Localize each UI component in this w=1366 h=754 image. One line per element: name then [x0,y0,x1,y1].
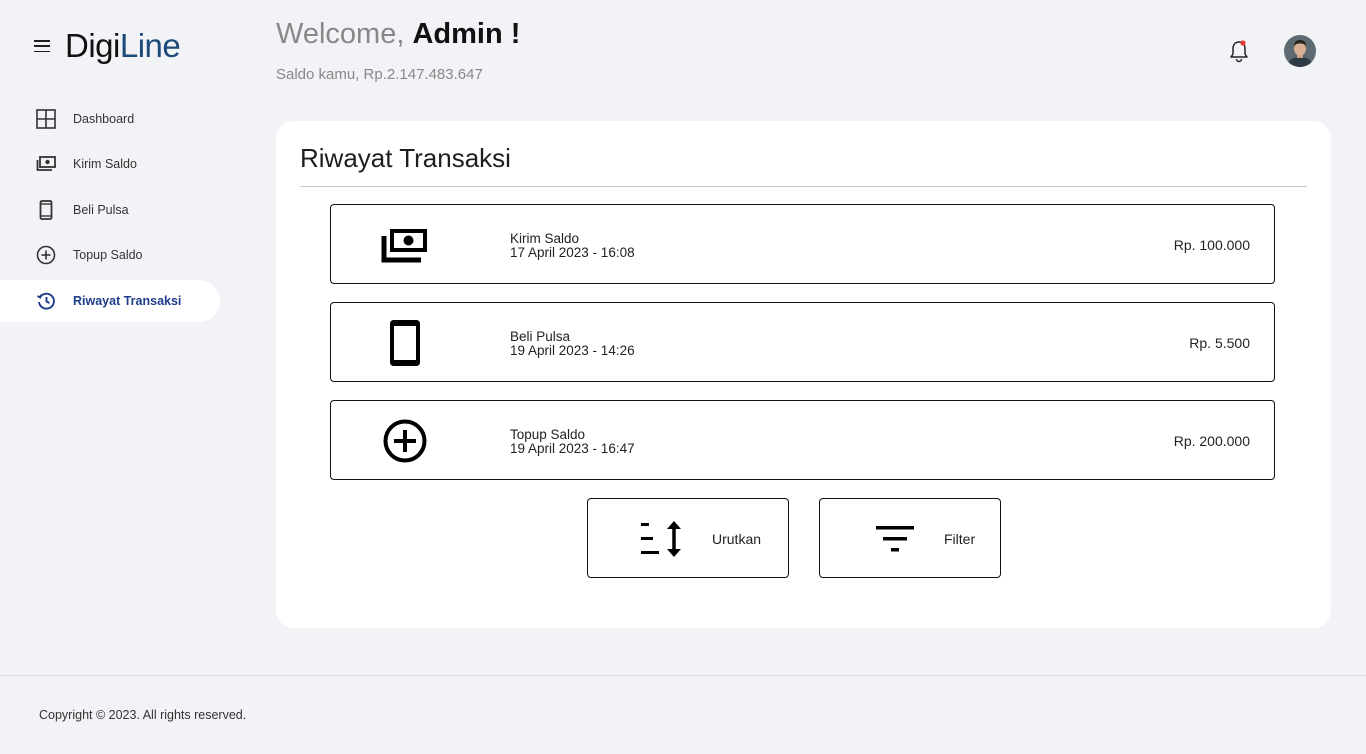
sidebar-item-label: Riwayat Transaksi [73,293,182,308]
sidebar-nav: Dashboard Kirim Saldo Beli Pulsa Topup S… [0,98,220,325]
sort-button[interactable]: Urutkan [587,498,789,578]
transaction-info: Topup Saldo 19 April 2023 - 16:47 [510,428,635,456]
copyright-text: Copyright © 2023. All rights reserved. [39,708,247,722]
logo-part-2: Line [119,27,181,64]
transaction-amount: Rp. 5.500 [1189,335,1250,351]
hamburger-icon[interactable] [34,40,50,52]
phone-icon [36,199,56,220]
history-icon [36,291,56,311]
plus-circle-icon [379,415,431,467]
sidebar-item-label: Beli Pulsa [73,202,129,217]
transaction-row[interactable]: Beli Pulsa 19 April 2023 - 14:26 Rp. 5.5… [330,302,1275,382]
phone-icon [379,317,431,369]
logo[interactable]: DigiLine [65,27,181,65]
sort-icon [638,519,684,559]
page-title: Riwayat Transaksi [300,143,511,173]
transaction-type: Topup Saldo [510,427,586,442]
filter-button[interactable]: Filter [819,498,1001,578]
balance-text: Saldo kamu, Rp.2.147.483.647 [276,66,483,83]
transaction-type: Kirim Saldo [510,231,580,246]
user-name: Admin ! [412,18,521,50]
avatar[interactable] [1284,35,1316,67]
filter-label: Filter [944,531,976,547]
plus-circle-icon [36,245,56,265]
sidebar-item-riwayat-transaksi[interactable]: Riwayat Transaksi [0,279,220,322]
transaction-type: Beli Pulsa [510,329,571,344]
transaction-datetime: 17 April 2023 - 16:08 [510,245,635,260]
transaction-amount: Rp. 100.000 [1173,237,1250,253]
transaction-datetime: 19 April 2023 - 16:47 [510,441,635,456]
sidebar-item-dashboard[interactable]: Dashboard [0,98,220,140]
transaction-history-card: Riwayat Transaksi Kirim Saldo 17 April 2… [276,121,1331,628]
sort-label: Urutkan [712,531,762,547]
transaction-row[interactable]: Kirim Saldo 17 April 2023 - 16:08 Rp. 10… [330,204,1275,284]
transaction-amount: Rp. 200.000 [1173,433,1250,449]
bell-icon[interactable] [1228,39,1250,63]
money-icon [36,154,56,174]
brand: DigiLine [34,26,181,66]
title-divider [300,186,1307,187]
transaction-info: Beli Pulsa 19 April 2023 - 14:26 [510,330,635,358]
sidebar-item-topup-saldo[interactable]: Topup Saldo [0,234,220,276]
sidebar-item-beli-pulsa[interactable]: Beli Pulsa [0,189,220,231]
footer-divider [0,675,1366,676]
transaction-info: Kirim Saldo 17 April 2023 - 16:08 [510,232,635,260]
sidebar-item-label: Topup Saldo [73,248,143,263]
money-icon [379,219,431,271]
sidebar-item-label: Dashboard [73,112,135,126]
filter-icon [872,519,918,559]
grid-icon [36,109,56,129]
transaction-datetime: 19 April 2023 - 14:26 [510,343,635,358]
sidebar-item-label: Kirim Saldo [73,157,137,172]
transaction-row[interactable]: Topup Saldo 19 April 2023 - 16:47 Rp. 20… [330,400,1275,480]
logo-part-1: Digi [65,27,120,64]
welcome-prefix: Welcome, [276,18,413,50]
sidebar-item-kirim-saldo[interactable]: Kirim Saldo [0,143,220,185]
welcome-heading: Welcome, Admin ! [276,18,520,51]
